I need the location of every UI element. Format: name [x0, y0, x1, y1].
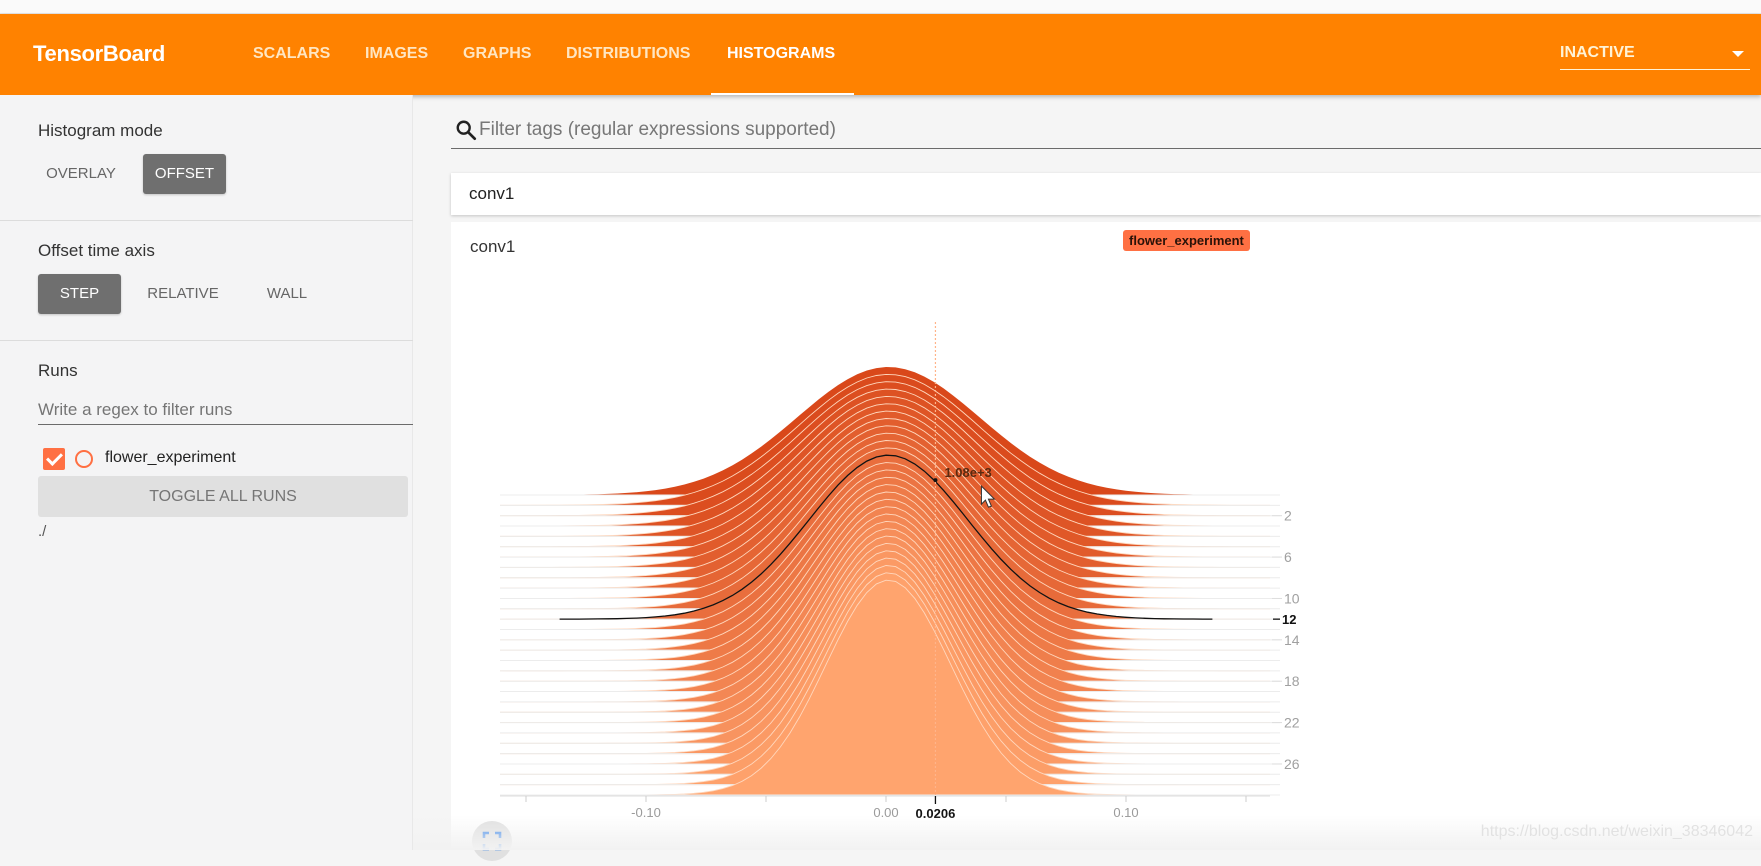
- run-checkbox[interactable]: [43, 448, 65, 470]
- histogram-card: 1.08e+3 -0.10 0.00 0.10 0.0206 2 6 10 14 18 22 26 12…: [451, 222, 1761, 861]
- y-tick-label: 26: [1284, 756, 1300, 772]
- tab-histograms[interactable]: HISTOGRAMS: [727, 45, 835, 63]
- y-tick-label: 6: [1284, 549, 1292, 565]
- tab-images[interactable]: IMAGES: [365, 45, 428, 63]
- hover-step-label: 12: [1282, 612, 1296, 627]
- offset-button[interactable]: OFFSET: [143, 154, 226, 194]
- sidebar: Histogram mode OVERLAY OFFSET Offset tim…: [0, 95, 413, 850]
- run-filter-input[interactable]: [38, 395, 413, 425]
- browser-strip: [0, 0, 1761, 14]
- caret-down-icon: [1732, 51, 1744, 57]
- divider: [0, 340, 413, 341]
- y-tick-label: 18: [1284, 673, 1300, 689]
- fullscreen-icon: [482, 831, 502, 851]
- watermark: https://blog.csdn.net/weixin_38346042: [1480, 823, 1753, 840]
- hover-point: [933, 478, 938, 483]
- app-title: TensorBoard: [33, 41, 165, 66]
- fullscreen-button[interactable]: [472, 821, 512, 861]
- y-tick-label: 2: [1284, 508, 1292, 524]
- histogram-step-29: [500, 579, 1270, 796]
- y-tick-label: 10: [1284, 590, 1300, 606]
- tag-filter-input[interactable]: [479, 116, 1679, 144]
- run-badge: flower_experiment: [1123, 230, 1250, 251]
- card-title: conv1: [470, 237, 516, 256]
- hover-x-label: 0.0206: [916, 806, 956, 821]
- dropdown-label: INACTIVE: [1560, 44, 1635, 61]
- divider: [0, 220, 413, 221]
- runs-title: Runs: [38, 361, 78, 380]
- top-app-bar: TensorBoard SCALARS IMAGES GRAPHS DISTRI…: [0, 14, 1761, 95]
- category-header[interactable]: conv1: [451, 173, 1761, 215]
- tab-distributions[interactable]: DISTRIBUTIONS: [566, 45, 690, 63]
- toggle-all-runs-button[interactable]: TOGGLE ALL RUNS: [38, 476, 408, 517]
- offset-time-axis-title: Offset time axis: [38, 241, 155, 260]
- step-button[interactable]: STEP: [38, 274, 121, 314]
- tab-scalars[interactable]: SCALARS: [253, 45, 330, 63]
- hover-count-label: 1.08e+3: [944, 465, 991, 480]
- relative-button[interactable]: RELATIVE: [140, 274, 226, 314]
- histogram-mode-title: Histogram mode: [38, 121, 163, 140]
- logdir-label: ./: [38, 523, 47, 540]
- overlay-button[interactable]: OVERLAY: [38, 154, 124, 194]
- wall-button[interactable]: WALL: [250, 274, 324, 314]
- run-label: flower_experiment: [105, 449, 236, 466]
- inactive-plugins-dropdown[interactable]: INACTIVE: [1560, 44, 1750, 70]
- y-tick-label: 14: [1284, 632, 1300, 648]
- tab-graphs[interactable]: GRAPHS: [463, 45, 531, 63]
- search-icon: [456, 120, 477, 141]
- run-color-picker[interactable]: [75, 450, 93, 468]
- x-tick-label: 0.10: [1113, 805, 1138, 820]
- category-title: conv1: [469, 184, 515, 203]
- histogram-chart[interactable]: 1.08e+3-0.10 0.00 0.100.020626101418222612: [451, 222, 1761, 850]
- tag-filter: [451, 110, 1761, 149]
- x-tick-label: 0.00: [873, 805, 898, 820]
- active-tab-indicator: [711, 93, 854, 95]
- x-tick-label: -0.10: [631, 805, 661, 820]
- y-tick-label: 22: [1284, 715, 1300, 731]
